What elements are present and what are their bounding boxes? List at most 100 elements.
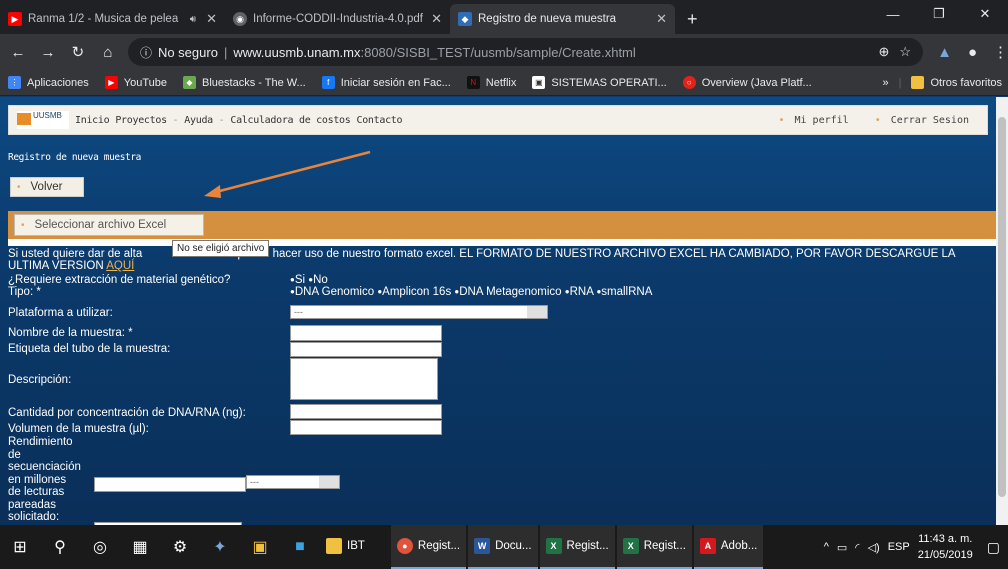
bookmark-bluestacks[interactable]: ◆ Bluestacks - The W... xyxy=(183,76,306,89)
platform-value: --- xyxy=(294,307,303,317)
store-icon[interactable]: ▣ xyxy=(240,525,280,569)
chevron-up-icon[interactable]: ^ xyxy=(824,541,829,553)
tab-registro[interactable]: ◆ Registro de nueva muestra ✕ xyxy=(450,4,675,34)
language-indicator[interactable]: ESP xyxy=(888,541,910,553)
bookmark-java[interactable]: ○ Overview (Java Platf... xyxy=(682,76,812,89)
profile-icon[interactable]: ● xyxy=(968,44,977,61)
close-tab-icon[interactable]: ✕ xyxy=(431,11,442,27)
bluestacks-icon: ◆ xyxy=(183,76,196,89)
taskbar-app-label: Regist... xyxy=(643,540,686,552)
back-button[interactable]: • Volver xyxy=(10,177,84,197)
close-tab-icon[interactable]: ✕ xyxy=(656,11,667,27)
nav-proyectos[interactable]: Proyectos xyxy=(115,115,178,126)
other-favorites[interactable]: Otros favoritos xyxy=(911,76,1002,89)
taskbar-app-excel-1[interactable]: X Regist... xyxy=(539,525,615,569)
close-tab-icon[interactable]: ✕ xyxy=(206,11,217,27)
select-excel-button[interactable]: • Seleccionar archivo Excel xyxy=(14,214,204,236)
sample-name-input[interactable] xyxy=(290,325,442,341)
new-tab-button[interactable]: + xyxy=(675,4,710,34)
minimize-icon[interactable]: — xyxy=(870,0,916,28)
bookmark-star-icon[interactable]: ☆ xyxy=(899,44,911,60)
url-host: www.uusmb.unam.mx xyxy=(233,44,361,60)
bookmark-sistemas[interactable]: ▣ SISTEMAS OPERATI... xyxy=(532,76,667,89)
tab-informe[interactable]: ◉ Informe-CODDII-Industria-4.0.pdf ✕ xyxy=(225,4,450,34)
maximize-icon[interactable]: ❐ xyxy=(916,0,962,28)
web-page: UUSMB Inicio Proyectos Ayuda Calculadora… xyxy=(0,97,996,525)
bookmarks-right: » | Otros favoritos xyxy=(882,76,1008,89)
tab-strip: ▶ Ranma 1/2 - Musica de pelea 🔊︎ ✕ ◉ Inf… xyxy=(0,0,1008,34)
tab-title: Informe-CODDII-Industria-4.0.pdf xyxy=(253,13,424,25)
option-label: DNA Genomico xyxy=(294,286,375,298)
browser-toolbar: ← → ↻ ⌂ ⓘ No seguro | www.uusmb.unam.mx … xyxy=(0,34,1008,70)
logo-text: UUSMB xyxy=(33,111,62,120)
wifi-icon[interactable]: ◜ xyxy=(855,541,859,554)
bookmark-youtube[interactable]: ▶ YouTube xyxy=(104,76,167,89)
volume-input[interactable] xyxy=(290,420,442,435)
platform-select[interactable]: --- xyxy=(290,305,548,319)
extraction-label: ¿Requiere extracción de material genétic… xyxy=(8,274,231,286)
taskbar-app-chrome[interactable]: ● Regist... xyxy=(390,525,467,569)
extension-icon[interactable]: ▲ xyxy=(937,44,952,61)
nav-calculadora[interactable]: Calculadora de costos xyxy=(230,115,350,126)
uusmb-logo[interactable]: UUSMB xyxy=(17,111,69,129)
clock[interactable]: 11:43 a. m. 21/05/2019 xyxy=(918,531,973,563)
profile-button[interactable]: • Mi perfil xyxy=(768,112,858,129)
bookmark-icon: ▣ xyxy=(532,76,546,89)
volume-icon[interactable]: ◁) xyxy=(868,541,880,554)
nav-right: • Mi perfil • Cerrar Sesion xyxy=(768,112,979,129)
search-icon[interactable]: ⚲ xyxy=(40,525,80,569)
battery-icon[interactable]: ▭ xyxy=(837,541,847,554)
settings-icon[interactable]: ⚙ xyxy=(160,525,200,569)
bookmark-facebook[interactable]: f Iniciar sesión en Fac... xyxy=(321,76,451,89)
option-label: RNA xyxy=(569,286,594,298)
info-icon[interactable]: ⓘ xyxy=(140,44,152,61)
bookmark-label: Aplicaciones xyxy=(27,76,89,89)
option-label: smallRNA xyxy=(601,286,653,298)
bullet-icon: • xyxy=(21,219,25,231)
address-bar[interactable]: ⓘ No seguro | www.uusmb.unam.mx :8080/SI… xyxy=(127,38,924,66)
back-icon[interactable]: ← xyxy=(6,44,30,61)
option-label: Si xyxy=(294,274,306,286)
menu-icon[interactable]: ⋮ xyxy=(993,43,1008,61)
tab-ranma[interactable]: ▶ Ranma 1/2 - Musica de pelea 🔊︎ ✕ xyxy=(0,4,225,34)
windows-start-icon[interactable]: ⊞ xyxy=(0,525,40,569)
taskbar-app-ibt[interactable]: IBT xyxy=(320,525,371,569)
more-bookmarks-button[interactable]: » xyxy=(882,77,888,89)
page-scrollbar[interactable] xyxy=(996,97,1008,525)
description-textarea[interactable] xyxy=(290,358,438,400)
yield-input[interactable] xyxy=(94,477,246,492)
reload-icon[interactable]: ↻ xyxy=(66,43,90,61)
logout-button[interactable]: • Cerrar Sesion xyxy=(865,112,979,129)
cortana-icon[interactable]: ◎ xyxy=(80,525,120,569)
app-icon[interactable]: ■ xyxy=(280,525,320,569)
calculator-icon[interactable]: ▦ xyxy=(120,525,160,569)
nav-contacto[interactable]: Contacto xyxy=(356,115,402,126)
close-window-icon[interactable]: ✕ xyxy=(962,0,1008,28)
taskbar-app-word[interactable]: W Docu... xyxy=(468,525,538,569)
nav-ayuda[interactable]: Ayuda xyxy=(184,115,224,126)
paint-icon[interactable]: ✦ xyxy=(200,525,240,569)
taskbar-app-acrobat[interactable]: A Adob... xyxy=(693,525,764,569)
taskbar-app-excel-2[interactable]: X Regist... xyxy=(616,525,692,569)
zoom-icon[interactable]: ⊕ xyxy=(879,44,890,60)
scrollbar-thumb[interactable] xyxy=(998,117,1006,497)
taskbar-app-label: Adob... xyxy=(720,540,758,552)
yield-unit-select[interactable]: --- xyxy=(246,475,340,489)
nav-inicio[interactable]: Inicio xyxy=(75,115,110,126)
excel-notice: Si usted quiere dar de altaxxxxxxxxxxxxx… xyxy=(8,248,996,272)
bookmark-apps[interactable]: ⋮ Aplicaciones xyxy=(8,76,89,89)
bullet-icon: • xyxy=(874,114,881,126)
home-icon[interactable]: ⌂ xyxy=(96,44,120,61)
tube-label-input[interactable] xyxy=(290,342,442,357)
tab-title: Registro de nueva muestra xyxy=(478,13,617,25)
breadcrumb: Registro de nueva muestra xyxy=(8,152,141,163)
concentration-input[interactable] xyxy=(290,404,442,419)
notifications-icon[interactable]: ▢ xyxy=(987,539,1000,556)
bookmark-netflix[interactable]: N Netflix xyxy=(466,76,516,89)
download-link[interactable]: AQUÍ xyxy=(106,260,134,272)
select-excel-label: Seleccionar archivo Excel xyxy=(34,219,167,231)
toolbar-right: ▲ ● ⋮ xyxy=(937,43,1008,62)
taskbar-app-label: Docu... xyxy=(495,540,532,552)
forward-icon[interactable]: → xyxy=(36,44,60,61)
speaker-icon[interactable]: 🔊︎ xyxy=(190,14,196,25)
